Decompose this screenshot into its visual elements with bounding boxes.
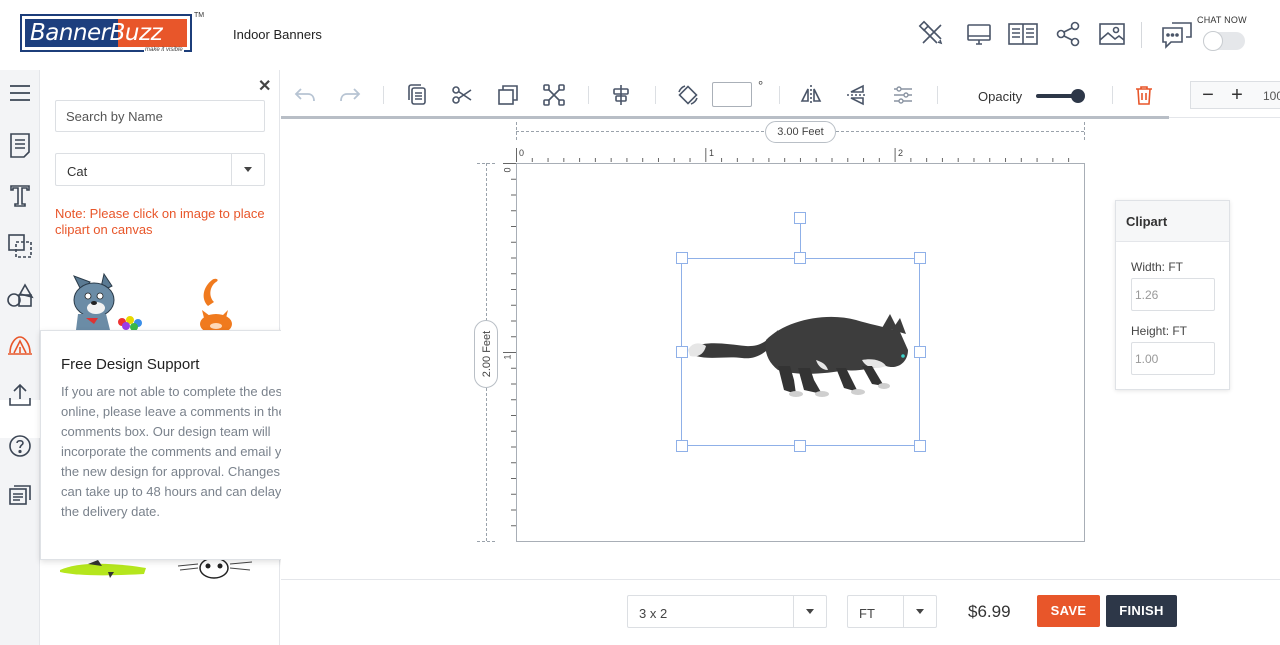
ruler-h-label-1: 1: [709, 148, 715, 158]
resize-handle-bottom-right[interactable]: [914, 440, 926, 452]
degree-symbol: °: [758, 78, 764, 93]
image-icon[interactable]: [1098, 20, 1126, 48]
rotate-icon[interactable]: [676, 83, 700, 107]
resize-handle-right[interactable]: [914, 346, 926, 358]
ruler-v-label-1: 1: [502, 354, 513, 360]
clipart-properties-panel: Clipart Width: FT Height: FT: [1115, 200, 1230, 390]
opacity-slider-handle[interactable]: [1071, 89, 1085, 103]
unit-dropdown-button[interactable]: [903, 596, 936, 627]
ruler-v-label-0: 0: [502, 167, 513, 173]
editor-toolbar: [281, 70, 1280, 118]
crown-icon[interactable]: [6, 331, 34, 359]
close-icon[interactable]: ✕: [258, 76, 271, 96]
zoom-out-button[interactable]: −: [1193, 82, 1223, 108]
clipart-thumbnail-cat-1[interactable]: [56, 268, 156, 331]
adjust-icon[interactable]: [891, 83, 915, 107]
logo-trademark: TM: [194, 12, 205, 19]
size-value: 3 x 2: [639, 606, 668, 621]
document-icon[interactable]: [6, 131, 34, 159]
tool-rail: [0, 70, 40, 645]
share-icon[interactable]: [1055, 20, 1083, 48]
properties-title: Clipart: [1126, 214, 1168, 229]
clipart-note: Note: Please click on image to place cli…: [55, 206, 265, 237]
clipart-thumbnail-cat-2[interactable]: [186, 272, 236, 334]
header: BannerBuzz make it visible TM Indoor Ban…: [0, 0, 1280, 70]
chevron-down-icon: [806, 609, 814, 614]
height-dimension-label: 2.00 Feet: [474, 320, 498, 388]
chat-toggle[interactable]: [1203, 31, 1245, 51]
resize-handle-top-right[interactable]: [914, 252, 926, 264]
tools-icon[interactable]: [918, 20, 946, 48]
text-icon[interactable]: [6, 181, 34, 209]
popup-body: If you are not able to complete the desi…: [61, 384, 300, 519]
selection-box: [681, 258, 920, 446]
menu-icon[interactable]: [6, 79, 34, 107]
unit-value: FT: [859, 606, 875, 621]
zoom-control: − + 100: [1190, 81, 1280, 109]
chevron-down-icon: [244, 167, 252, 172]
ruler-h-label-2: 2: [898, 148, 904, 158]
comments-icon[interactable]: [6, 482, 34, 510]
horizontal-ruler: 0 1 2: [516, 148, 1084, 162]
width-dimension-label: 3.00 Feet: [765, 121, 836, 143]
rotation-handle[interactable]: [794, 212, 806, 224]
clipart-thumbnail-cat-3[interactable]: [58, 560, 148, 580]
price: $6.99: [968, 602, 1011, 621]
zoom-value: 100: [1263, 89, 1280, 103]
size-dropdown-button[interactable]: [793, 596, 826, 627]
chat-icon[interactable]: [1160, 20, 1194, 50]
scissors-icon[interactable]: [450, 83, 474, 107]
width-label: Width: FT: [1131, 260, 1184, 274]
ruler-h-label-0: 0: [519, 148, 525, 158]
resize-handle-top[interactable]: [794, 252, 806, 264]
category-select[interactable]: Cat: [55, 153, 265, 186]
resize-handle-left[interactable]: [676, 346, 688, 358]
width-field[interactable]: [1131, 278, 1215, 311]
popup-title: Free Design Support: [61, 356, 200, 373]
redo-icon[interactable]: [338, 83, 362, 107]
unit-select[interactable]: FT: [847, 595, 937, 628]
help-icon[interactable]: [6, 432, 34, 460]
height-field[interactable]: [1131, 342, 1215, 375]
zoom-in-button[interactable]: +: [1222, 82, 1252, 108]
bannerbuzz-logo[interactable]: BannerBuzz make it visible TM: [20, 12, 204, 54]
shapes-icon[interactable]: [6, 232, 34, 260]
size-select[interactable]: 3 x 2: [627, 595, 827, 628]
copy-icon[interactable]: [405, 83, 429, 107]
resize-handle-bottom-left[interactable]: [676, 440, 688, 452]
opacity-label: Opacity: [978, 89, 1023, 104]
height-label: Height: FT: [1131, 324, 1188, 338]
resize-handle-bottom[interactable]: [794, 440, 806, 452]
search-input[interactable]: [55, 100, 265, 132]
save-button[interactable]: SAVE: [1037, 595, 1100, 627]
category-value: Cat: [67, 164, 88, 179]
logo-text: BannerBuzz: [30, 20, 163, 46]
page-title: Indoor Banners: [233, 27, 322, 42]
design-support-popup: Free Design Support ✕ If you are not abl…: [40, 330, 310, 560]
clear-icon[interactable]: [542, 83, 566, 107]
clipart-icon[interactable]: [6, 281, 34, 309]
logo-tagline: make it visible: [144, 47, 184, 53]
undo-icon[interactable]: [293, 83, 317, 107]
toggle-knob: [1203, 31, 1223, 51]
rotation-input[interactable]: [712, 82, 752, 107]
chevron-down-icon: [916, 609, 924, 614]
chat-now-label: CHAT NOW: [1197, 15, 1247, 25]
category-dropdown-button[interactable]: [231, 154, 264, 185]
height-dimension-text: 2.00 Feet: [481, 330, 493, 378]
resize-handle-top-left[interactable]: [676, 252, 688, 264]
vertical-ruler: 0 1: [503, 163, 516, 541]
flip-vertical-icon[interactable]: [845, 83, 869, 107]
align-center-icon[interactable]: [609, 83, 633, 107]
upload-icon[interactable]: [6, 381, 34, 409]
monitor-icon[interactable]: [965, 20, 993, 48]
delete-icon[interactable]: [1133, 84, 1155, 106]
duplicate-icon[interactable]: [496, 83, 520, 107]
book-icon[interactable]: [1007, 20, 1039, 48]
finish-button[interactable]: FINISH: [1106, 595, 1177, 627]
flip-horizontal-icon[interactable]: [799, 83, 823, 107]
